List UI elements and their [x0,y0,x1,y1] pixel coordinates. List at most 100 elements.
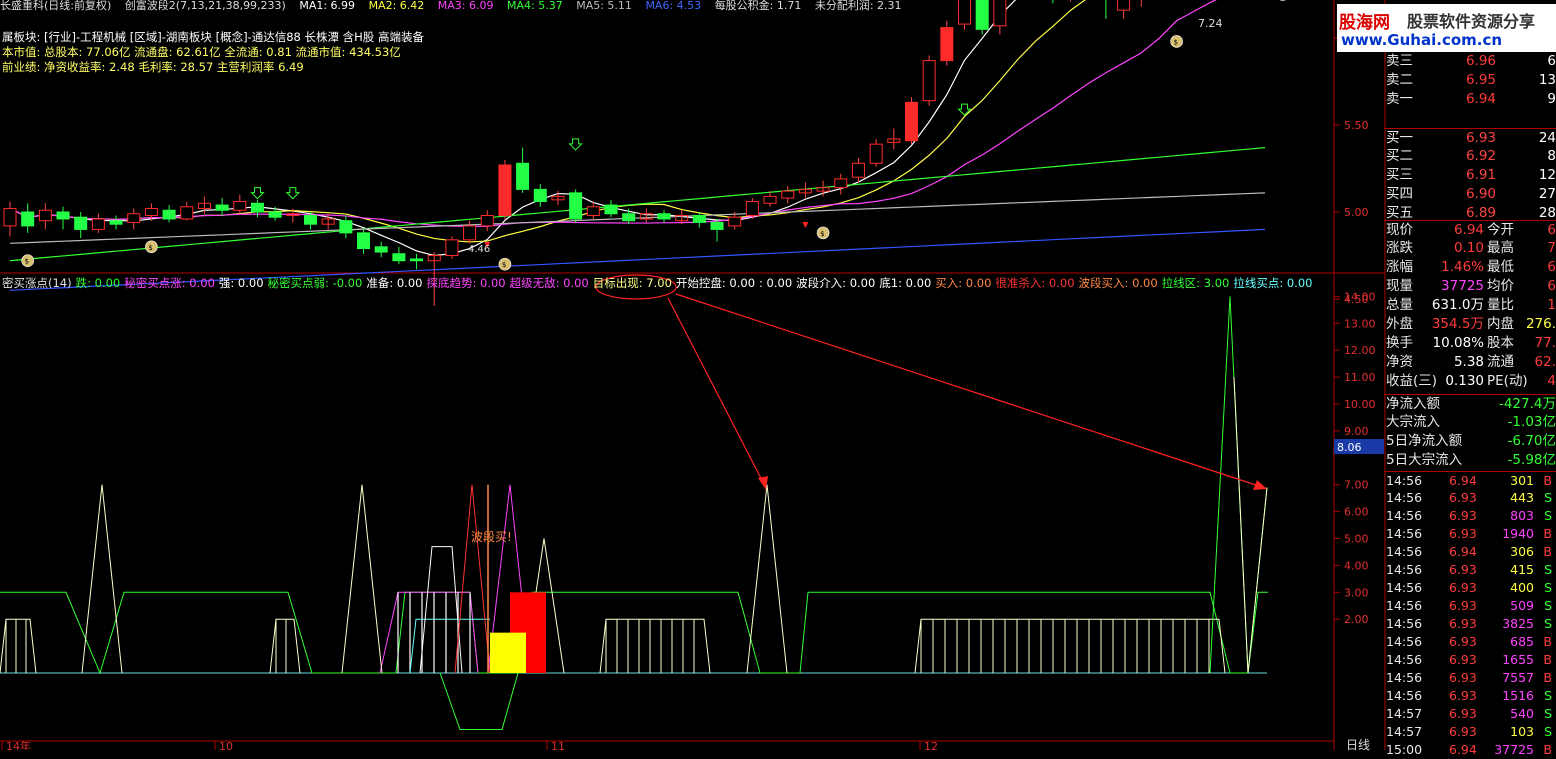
tick-price: 6.94 [1449,742,1477,757]
date-tick-label: 14年 [6,739,31,750]
candle-body [410,258,424,262]
logo-name: 股海网 [1339,13,1390,33]
tick-volume: 400 [1510,580,1534,595]
tick-side: S [1544,724,1552,739]
indicator-value-16: 拉线区: 3.00 [1161,276,1230,290]
indicator-value-6: 探底趋势: 0.00 [426,276,506,290]
tick-time: 14:56 [1386,652,1423,667]
tick-volume: 7557 [1502,670,1534,685]
tick-volume: 306 [1510,544,1534,559]
money-bag-glyph: $ [502,261,506,269]
tick-row: 15:00 6.94 37725 B [1385,741,1556,759]
candle-body [374,246,388,253]
white-peak [419,546,463,674]
tick-row: 14:56 6.94 306 B [1385,543,1556,561]
tick-price: 6.93 [1449,706,1477,721]
tick-side: B [1543,652,1552,667]
candle-body [834,178,848,189]
indicator-value-0: 密买涨点(14) [2,276,72,290]
tick-row: 14:56 6.93 685 B [1385,633,1556,651]
candle-body [1117,0,1131,11]
tick-row: 14:56 6.93 443 S [1385,489,1556,507]
tick-row: 14:56 6.93 1655 B [1385,651,1556,669]
candle-body [480,214,494,227]
quote-row: 净资 5.38 流通 62. [1386,354,1556,370]
tick-side: B [1543,742,1552,757]
tick-row: 14:57 6.93 540 S [1385,705,1556,723]
indicator-value-10: : 0.00 [759,276,793,290]
candle-body [3,208,17,227]
quote-row: 涨跌 0.10 最高 7 [1386,240,1556,256]
logo-slogan: 股票软件资源分享 [1407,12,1536,31]
candle-body [233,201,247,211]
tick-volume: 685 [1510,634,1534,649]
indicator-value-2: 秘密买点涨: 0.00 [124,276,215,290]
tick-row: 14:56 6.93 1516 S [1385,687,1556,705]
candle-body [56,211,70,220]
tick-time: 14:56 [1386,544,1423,559]
tick-volume: 37725 [1494,742,1534,757]
candle-body [445,239,459,256]
period-label[interactable]: 日线 [1346,736,1370,753]
ind-tick-label: 5.00 [1344,533,1369,546]
indicator-value-11: 波段介入: 0.00 [796,276,876,290]
tick-side: S [1544,706,1552,721]
tick-side: S [1544,490,1552,505]
annotation-arrowhead-2 [1253,480,1267,490]
indicator-value-3: 强: 0.00 [218,276,264,290]
tick-price: 6.93 [1449,580,1477,595]
candle-body [728,216,742,227]
tick-volume: 509 [1510,598,1534,613]
tick-side: S [1544,508,1552,523]
tick-time: 14:56 [1386,688,1423,703]
date-tick-label: 11 [551,740,565,750]
money-flow-row: 5日大宗流入 -5.98亿 [1386,452,1556,468]
tick-price: 6.93 [1449,670,1477,685]
chart-canvas[interactable]: $$$$$$ 6.506.005.505.004.5014.0013.0012.… [0,0,1556,750]
tick-side: S [1544,616,1552,631]
candle-body [127,213,141,223]
candle-body [516,162,530,190]
ind-tick-label: 3.00 [1344,586,1369,599]
bid-row: 买一 6.93 24 [1385,128,1556,146]
candle-body [993,0,1007,27]
tick-side: S [1544,598,1552,613]
annotation-arrow-1 [667,297,767,489]
candle-body [463,225,477,241]
tick-side: S [1544,580,1552,595]
indicator-value-12: 底1: 0.00 [879,276,932,290]
candle-body [357,232,371,250]
quote-row: 现价 6.94 今开 6 [1385,220,1556,238]
tick-side: B [1543,473,1552,488]
candle-body [392,253,406,262]
signal-markers: $$$$$$ [21,0,1286,271]
tick-row: 14:56 6.94 301 B [1385,471,1556,490]
tick-row: 14:56 6.93 803 S [1385,507,1556,525]
tick-volume: 3825 [1502,616,1534,631]
indicator-value-4: 秘密买点弱: -0.00 [267,276,363,290]
candle-body [692,214,706,223]
candle-body [533,188,547,203]
candle-body [745,201,759,216]
tick-price: 6.93 [1449,490,1477,505]
down-arrow-icon [250,187,265,200]
candle-body [268,211,282,218]
indicator-lines [0,296,1268,730]
indicator-value-7: 超级无敌: 0.00 [509,276,589,290]
candle-body [586,206,600,216]
green-dip [439,672,519,730]
ind-tick-label: 10.00 [1344,398,1376,411]
candle-body [109,220,123,225]
candle-body [622,213,636,222]
quote-panel: 卖三 6.96 6 卖二 6.95 13 卖一 6.94 9 买一 6.93 24 买二 6.92 8 买三 6… [1385,52,1556,757]
final-spike [1233,377,1268,674]
indicator-value-bar: 密买涨点(14) 跌: 0.00 秘密买点涨: 0.00 强: 0.00 秘密买点弱: … [2,276,1334,291]
bid-row: 买四 6.90 27 [1386,186,1556,202]
candle-body [162,209,176,220]
tick-side: S [1544,688,1552,703]
tick-volume: 803 [1510,508,1534,523]
tick-time: 14:56 [1386,473,1423,488]
signal-spike [746,484,788,674]
ind-tick-label: 9.00 [1344,425,1369,438]
ind-tick-label: 2.00 [1344,613,1369,626]
